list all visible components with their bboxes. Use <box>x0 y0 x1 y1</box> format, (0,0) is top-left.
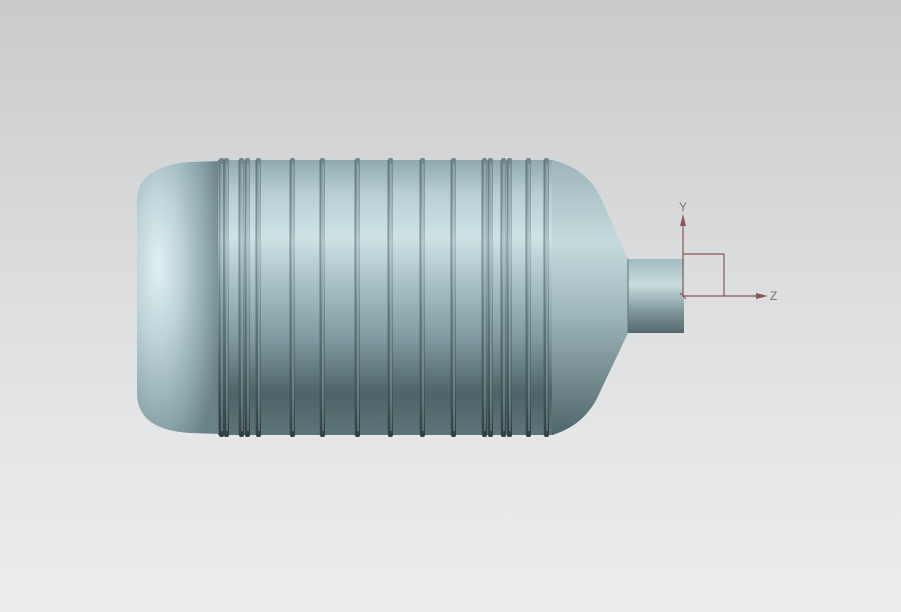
y-axis-label: Y <box>679 200 687 214</box>
body-rib <box>482 158 487 437</box>
bottle-end-cap[interactable] <box>137 161 222 434</box>
body-rib <box>239 158 244 437</box>
body-rib <box>219 158 224 437</box>
model-scene[interactable]: Y Z <box>0 0 901 612</box>
body-rib <box>388 158 393 437</box>
body-rib <box>256 158 261 437</box>
triad-plane-box <box>683 253 725 296</box>
body-rib <box>544 158 549 437</box>
graphics-viewport[interactable]: Y Z <box>0 0 901 612</box>
body-rib <box>224 158 229 437</box>
body-rib <box>290 158 295 437</box>
body-rib <box>526 158 531 437</box>
z-axis-arrow <box>756 293 768 299</box>
body-rib <box>451 158 456 437</box>
bottle-neck[interactable] <box>628 259 684 333</box>
body-rib <box>355 158 360 437</box>
coordinate-triad[interactable] <box>679 214 768 300</box>
body-rib <box>420 158 425 437</box>
body-rib <box>320 158 325 437</box>
bottle-shoulder[interactable] <box>552 160 628 435</box>
body-rib <box>501 158 506 437</box>
body-rib <box>488 158 493 437</box>
body-rib <box>245 158 250 437</box>
z-axis-label: Z <box>770 289 777 303</box>
body-rib <box>507 158 512 437</box>
y-axis-arrow <box>680 214 686 226</box>
